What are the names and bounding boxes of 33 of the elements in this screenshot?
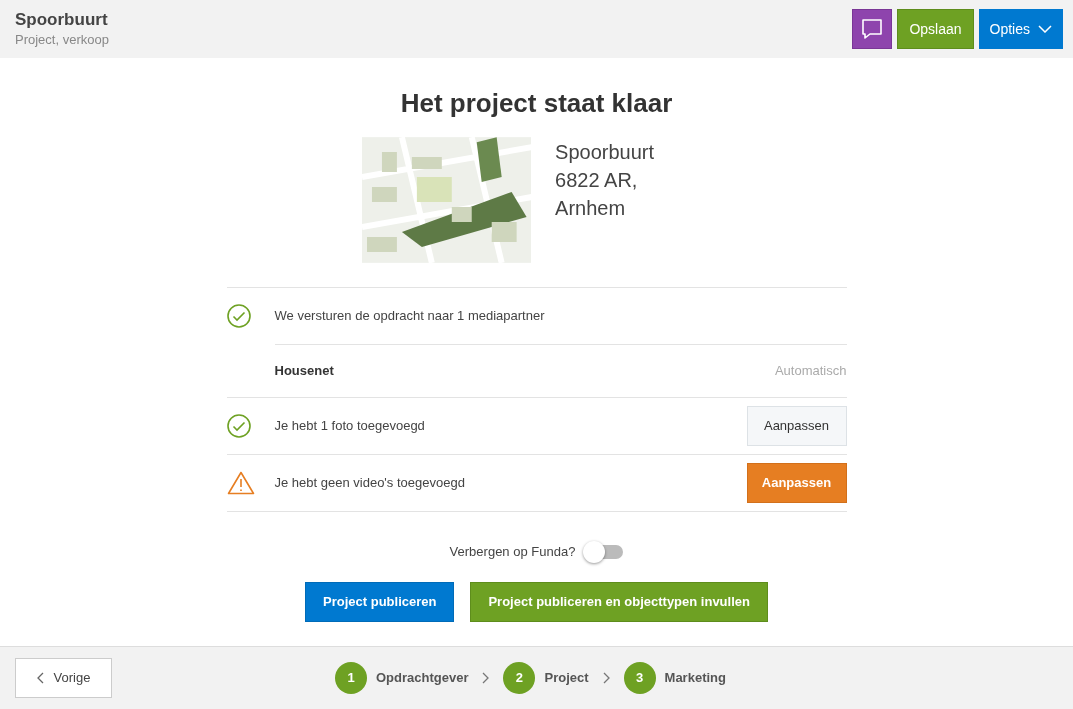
step-label: Marketing (664, 669, 726, 688)
speech-bubble-icon (860, 17, 885, 41)
edit-button[interactable]: Aanpassen (746, 463, 847, 503)
chevron-right-icon (482, 672, 490, 684)
warning-icon (226, 471, 255, 495)
step-label: Project (544, 669, 589, 688)
chevron-down-icon (1038, 25, 1052, 33)
heading: Het project staat klaar (400, 87, 673, 120)
check-text: Je hebt 1 foto toegevoegd (274, 417, 426, 436)
step-number: 3 (623, 662, 656, 694)
page-title: Spoorbuurt (15, 8, 109, 30)
project-address: 6822 AR, Arnhem (555, 168, 639, 221)
toggle-label: Verbergen op Funda? (449, 543, 576, 561)
page-subtitle: Project, verkoop (15, 30, 109, 49)
save-button[interactable]: Opslaan (897, 9, 974, 49)
partner-mode: Automatisch (774, 362, 847, 381)
publish-button[interactable]: Project publiceren (305, 581, 455, 622)
chevron-left-icon (36, 672, 44, 684)
chat-button[interactable] (852, 9, 893, 49)
publish-button[interactable]: Project publiceren en objecttypen invullen (470, 581, 768, 622)
check-text: We versturen de opdracht naar 1 mediapartner (274, 307, 546, 326)
edit-button[interactable]: Aanpassen (746, 406, 847, 446)
options-button[interactable]: Opties (978, 9, 1063, 49)
step-number: 2 (503, 662, 536, 694)
back-button[interactable]: Vorige (15, 658, 112, 698)
step-number: 1 (335, 662, 367, 694)
check-text: Je hebt geen video's toegevoegd (274, 474, 466, 493)
project-name: Spoorbuurt (555, 140, 656, 165)
chevron-right-icon (602, 672, 610, 684)
step-label: Opdrachtgever (376, 669, 469, 688)
check-circle-icon (226, 304, 251, 328)
check-circle-icon (226, 414, 251, 438)
partner-name: Housenet (274, 362, 334, 381)
